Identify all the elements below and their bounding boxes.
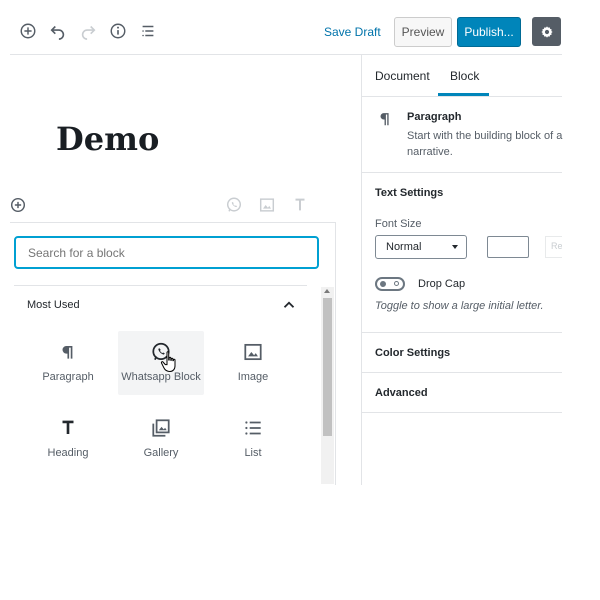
toggle-knob (380, 281, 386, 287)
font-size-select-value: Normal (386, 241, 422, 253)
post-title[interactable]: Demo (56, 120, 159, 158)
tab-document[interactable]: Document (375, 69, 430, 83)
info-icon[interactable] (106, 19, 130, 43)
block-description-line1: Start with the building block of a (407, 130, 563, 142)
undo-icon[interactable] (46, 19, 70, 43)
advanced-heading[interactable]: Advanced (375, 387, 428, 399)
block-navigation-icon[interactable] (136, 19, 160, 43)
publish-button[interactable]: Publish... (457, 17, 521, 47)
block-search-input[interactable] (14, 236, 319, 269)
drop-cap-toggle[interactable] (375, 277, 405, 291)
block-label: Gallery (143, 447, 179, 459)
hand-cursor-icon (160, 350, 180, 379)
list-icon (245, 421, 261, 435)
drop-cap-help: Toggle to show a large initial letter. (375, 300, 544, 312)
drop-cap-label[interactable]: Drop Cap (418, 278, 465, 290)
block-card-divider (362, 172, 562, 173)
reset-font-size-button[interactable]: Reset (545, 236, 562, 258)
redo-icon[interactable] (76, 19, 100, 43)
block-label: Paragraph (42, 371, 94, 383)
color-settings-divider (362, 372, 562, 373)
block-item-image[interactable]: Image (210, 331, 296, 395)
quick-image-icon[interactable] (255, 193, 279, 217)
scrollbar-thumb[interactable] (323, 298, 332, 436)
most-used-panel-title[interactable]: Most Used (27, 299, 80, 311)
quick-heading-icon[interactable] (288, 193, 312, 217)
select-arrow-icon (452, 245, 458, 249)
tab-block[interactable]: Block (450, 69, 479, 83)
paragraph-block-icon (376, 110, 394, 133)
chevron-up-icon[interactable] (277, 293, 301, 317)
editor-toolbar: Save Draft Preview Publish... (10, 10, 562, 55)
block-item-gallery[interactable]: Gallery (118, 407, 204, 471)
text-settings-heading[interactable]: Text Settings (375, 187, 443, 199)
block-label: Image (237, 371, 269, 383)
preview-button[interactable]: Preview (394, 17, 452, 47)
font-size-label: Font Size (375, 218, 422, 230)
add-block-icon[interactable] (16, 19, 40, 43)
block-name: Paragraph (407, 111, 462, 123)
custom-font-size-input[interactable] (487, 236, 529, 258)
scroll-up-arrow-icon[interactable] (324, 289, 330, 293)
block-item-list[interactable]: List (210, 407, 296, 471)
block-item-paragraph[interactable]: Paragraph (25, 331, 111, 395)
block-item-heading[interactable]: Heading (25, 407, 111, 471)
image-icon (244, 343, 262, 361)
paragraph-icon (62, 345, 73, 359)
block-label: List (244, 447, 262, 459)
block-description-line2: narrative. (407, 146, 453, 158)
gallery-icon (152, 419, 170, 437)
font-size-select[interactable]: Normal (375, 235, 467, 259)
inserter-divider (14, 285, 307, 286)
color-settings-heading[interactable]: Color Settings (375, 347, 450, 359)
tabs-divider (362, 96, 562, 97)
heading-icon (62, 420, 74, 435)
text-settings-divider (362, 332, 562, 333)
quick-whatsapp-icon[interactable] (222, 193, 246, 217)
advanced-divider (362, 412, 562, 413)
gear-icon (540, 25, 553, 38)
save-draft-link[interactable]: Save Draft (324, 25, 381, 39)
reset-label: Reset (551, 241, 562, 251)
toggle-off-indicator-icon (394, 281, 399, 286)
block-label: Heading (47, 447, 89, 459)
settings-button[interactable] (532, 17, 561, 46)
inline-add-block-icon[interactable] (6, 193, 30, 217)
